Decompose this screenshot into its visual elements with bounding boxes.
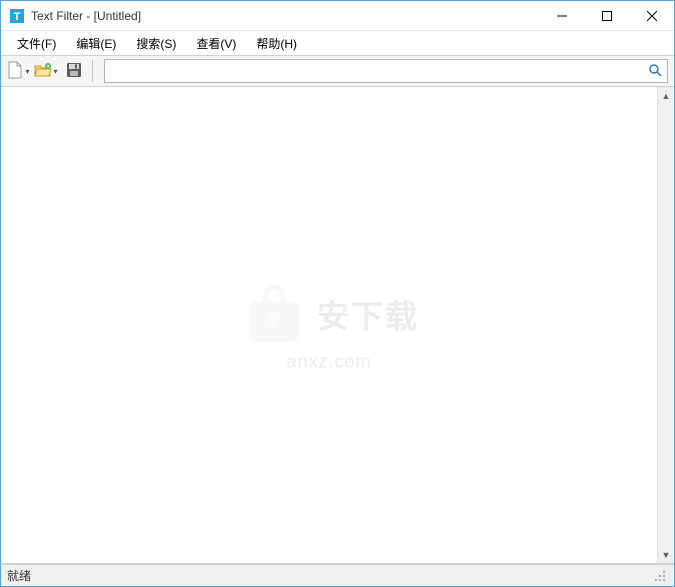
vertical-scrollbar[interactable]: ▲ ▼ bbox=[657, 87, 674, 563]
menu-edit[interactable]: 编辑(E) bbox=[66, 32, 126, 55]
folder-open-icon bbox=[34, 61, 52, 82]
save-button[interactable] bbox=[61, 58, 87, 84]
maximize-button[interactable] bbox=[584, 1, 629, 30]
status-text: 就绪 bbox=[7, 567, 31, 584]
scroll-track[interactable] bbox=[658, 104, 674, 546]
scroll-down-arrow-icon[interactable]: ▼ bbox=[658, 546, 674, 563]
minimize-button[interactable] bbox=[539, 1, 584, 30]
menu-bar: 文件(F) 编辑(E) 搜索(S) 查看(V) 帮助(H) bbox=[1, 31, 674, 55]
chevron-down-icon: ▾ bbox=[53, 67, 57, 76]
menu-file[interactable]: 文件(F) bbox=[7, 32, 66, 55]
menu-search[interactable]: 搜索(S) bbox=[126, 32, 186, 55]
toolbar-separator bbox=[92, 60, 93, 82]
search-input[interactable] bbox=[105, 60, 643, 82]
bag-lock-icon bbox=[239, 278, 309, 348]
search-button[interactable] bbox=[643, 60, 667, 82]
open-file-button[interactable]: ▾ bbox=[33, 58, 59, 84]
new-file-button[interactable]: ▾ bbox=[5, 58, 31, 84]
text-area[interactable]: 安下载 anxz.com bbox=[1, 87, 657, 563]
title-bar: T Text Filter - [Untitled] bbox=[1, 1, 674, 31]
close-button[interactable] bbox=[629, 1, 674, 30]
search-icon bbox=[648, 63, 662, 80]
status-bar: 就绪 bbox=[1, 564, 674, 586]
chevron-down-icon: ▾ bbox=[25, 67, 29, 76]
toolbar: ▾ ▾ bbox=[1, 55, 674, 87]
search-box[interactable] bbox=[104, 59, 668, 83]
watermark-cn-text: 安下载 bbox=[317, 292, 419, 338]
resize-grip-icon[interactable] bbox=[652, 568, 668, 584]
app-icon: T bbox=[9, 8, 25, 24]
window-controls bbox=[539, 1, 674, 30]
content-wrap: 安下载 anxz.com ▲ ▼ bbox=[1, 87, 674, 564]
scroll-up-arrow-icon[interactable]: ▲ bbox=[658, 87, 674, 104]
watermark: 安下载 anxz.com bbox=[239, 278, 419, 373]
window-title: Text Filter - [Untitled] bbox=[31, 9, 539, 23]
menu-help[interactable]: 帮助(H) bbox=[246, 32, 307, 55]
svg-text:T: T bbox=[14, 11, 21, 23]
save-icon bbox=[65, 61, 83, 82]
new-file-icon bbox=[6, 61, 24, 82]
watermark-en-text: anxz.com bbox=[239, 352, 419, 373]
menu-view[interactable]: 查看(V) bbox=[186, 32, 246, 55]
